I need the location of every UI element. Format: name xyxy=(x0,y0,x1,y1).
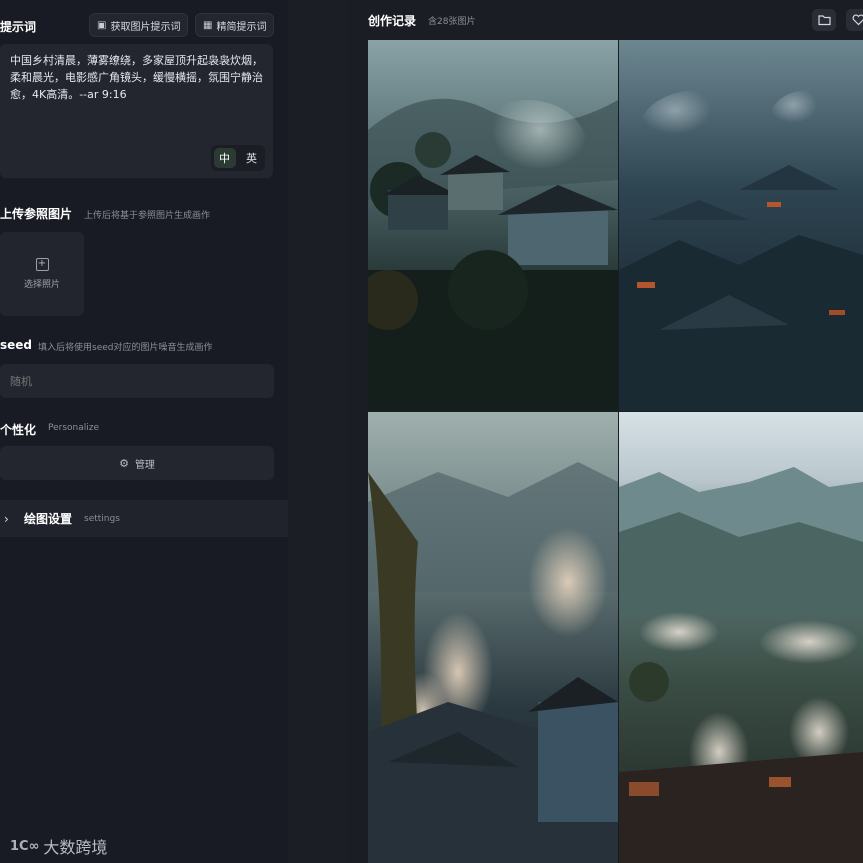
settings-icon: ⚙ xyxy=(119,456,129,470)
generated-image-1[interactable] xyxy=(368,40,618,411)
choose-photo-button[interactable]: + 选择照片 xyxy=(0,232,84,316)
prompt-text[interactable]: 中国乡村清晨，薄雾缭绕，多家屋顶升起袅袅炊烟，柔和晨光，电影感广角镜头，缓慢横摇… xyxy=(10,52,263,103)
records-title: 创作记录 xyxy=(368,14,417,28)
watermark-text: 大数跨境 xyxy=(43,838,108,857)
records-panel: 创作记录 含28张图片 xyxy=(348,0,863,863)
refine-icon: ▦ xyxy=(203,19,213,31)
image-icon: ▣ xyxy=(97,19,107,31)
choose-photo-label: 选择照片 xyxy=(23,280,60,290)
seed-title: seed xyxy=(0,338,33,352)
language-toggle[interactable]: 中 英 xyxy=(211,145,265,171)
folder-icon[interactable] xyxy=(812,9,836,31)
personalize-subtitle: Personalize xyxy=(48,423,100,433)
image-grid xyxy=(368,40,863,863)
generated-image-2[interactable] xyxy=(619,40,863,411)
upload-title: 上传参照图片 xyxy=(0,207,73,221)
generated-image-3[interactable] xyxy=(368,412,618,863)
left-panel: 提示词 ▣ 获取图片提示词 ▦ 精简提示词 中国乡村清晨，薄雾缭绕，多家屋顶升起… xyxy=(0,0,288,863)
refine-prompt-button[interactable]: ▦ 精简提示词 xyxy=(195,13,275,37)
get-image-prompt-label: 获取图片提示词 xyxy=(110,21,181,33)
refine-prompt-label: 精简提示词 xyxy=(216,21,267,33)
lang-en-option[interactable]: 英 xyxy=(241,148,263,168)
records-count: 含28张图片 xyxy=(428,17,476,27)
prompt-textarea[interactable]: 中国乡村清晨，薄雾缭绕，多家屋顶升起袅袅炊烟，柔和晨光，电影感广角镜头，缓慢横摇… xyxy=(0,44,273,178)
drawing-settings-title: 绘图设置 xyxy=(24,512,73,526)
watermark: 1C∞ 大数跨境 xyxy=(10,834,107,858)
upload-subtitle: 上传后将基于参照图片生成画作 xyxy=(84,211,211,221)
watermark-logo: 1C∞ xyxy=(10,838,40,854)
heart-icon[interactable] xyxy=(846,9,863,31)
get-image-prompt-button[interactable]: ▣ 获取图片提示词 xyxy=(89,13,189,37)
lang-zh-option[interactable]: 中 xyxy=(213,148,236,168)
seed-input[interactable] xyxy=(0,364,274,398)
generated-image-4[interactable] xyxy=(619,412,863,863)
manage-button[interactable]: ⚙ 管理 xyxy=(0,446,274,480)
drawing-settings-toggle[interactable]: › 绘图设置 settings xyxy=(0,500,288,537)
drawing-settings-subtitle: settings xyxy=(84,513,120,524)
personalize-title: 个性化 xyxy=(0,423,37,437)
manage-label: 管理 xyxy=(134,459,155,471)
prompt-title: 提示词 xyxy=(0,20,37,34)
divider-gutter xyxy=(288,0,348,863)
plus-icon: + xyxy=(35,258,49,271)
chevron-right-icon: › xyxy=(4,511,9,526)
seed-subtitle: 填入后将使用seed对应的图片噪音生成画作 xyxy=(38,343,213,353)
